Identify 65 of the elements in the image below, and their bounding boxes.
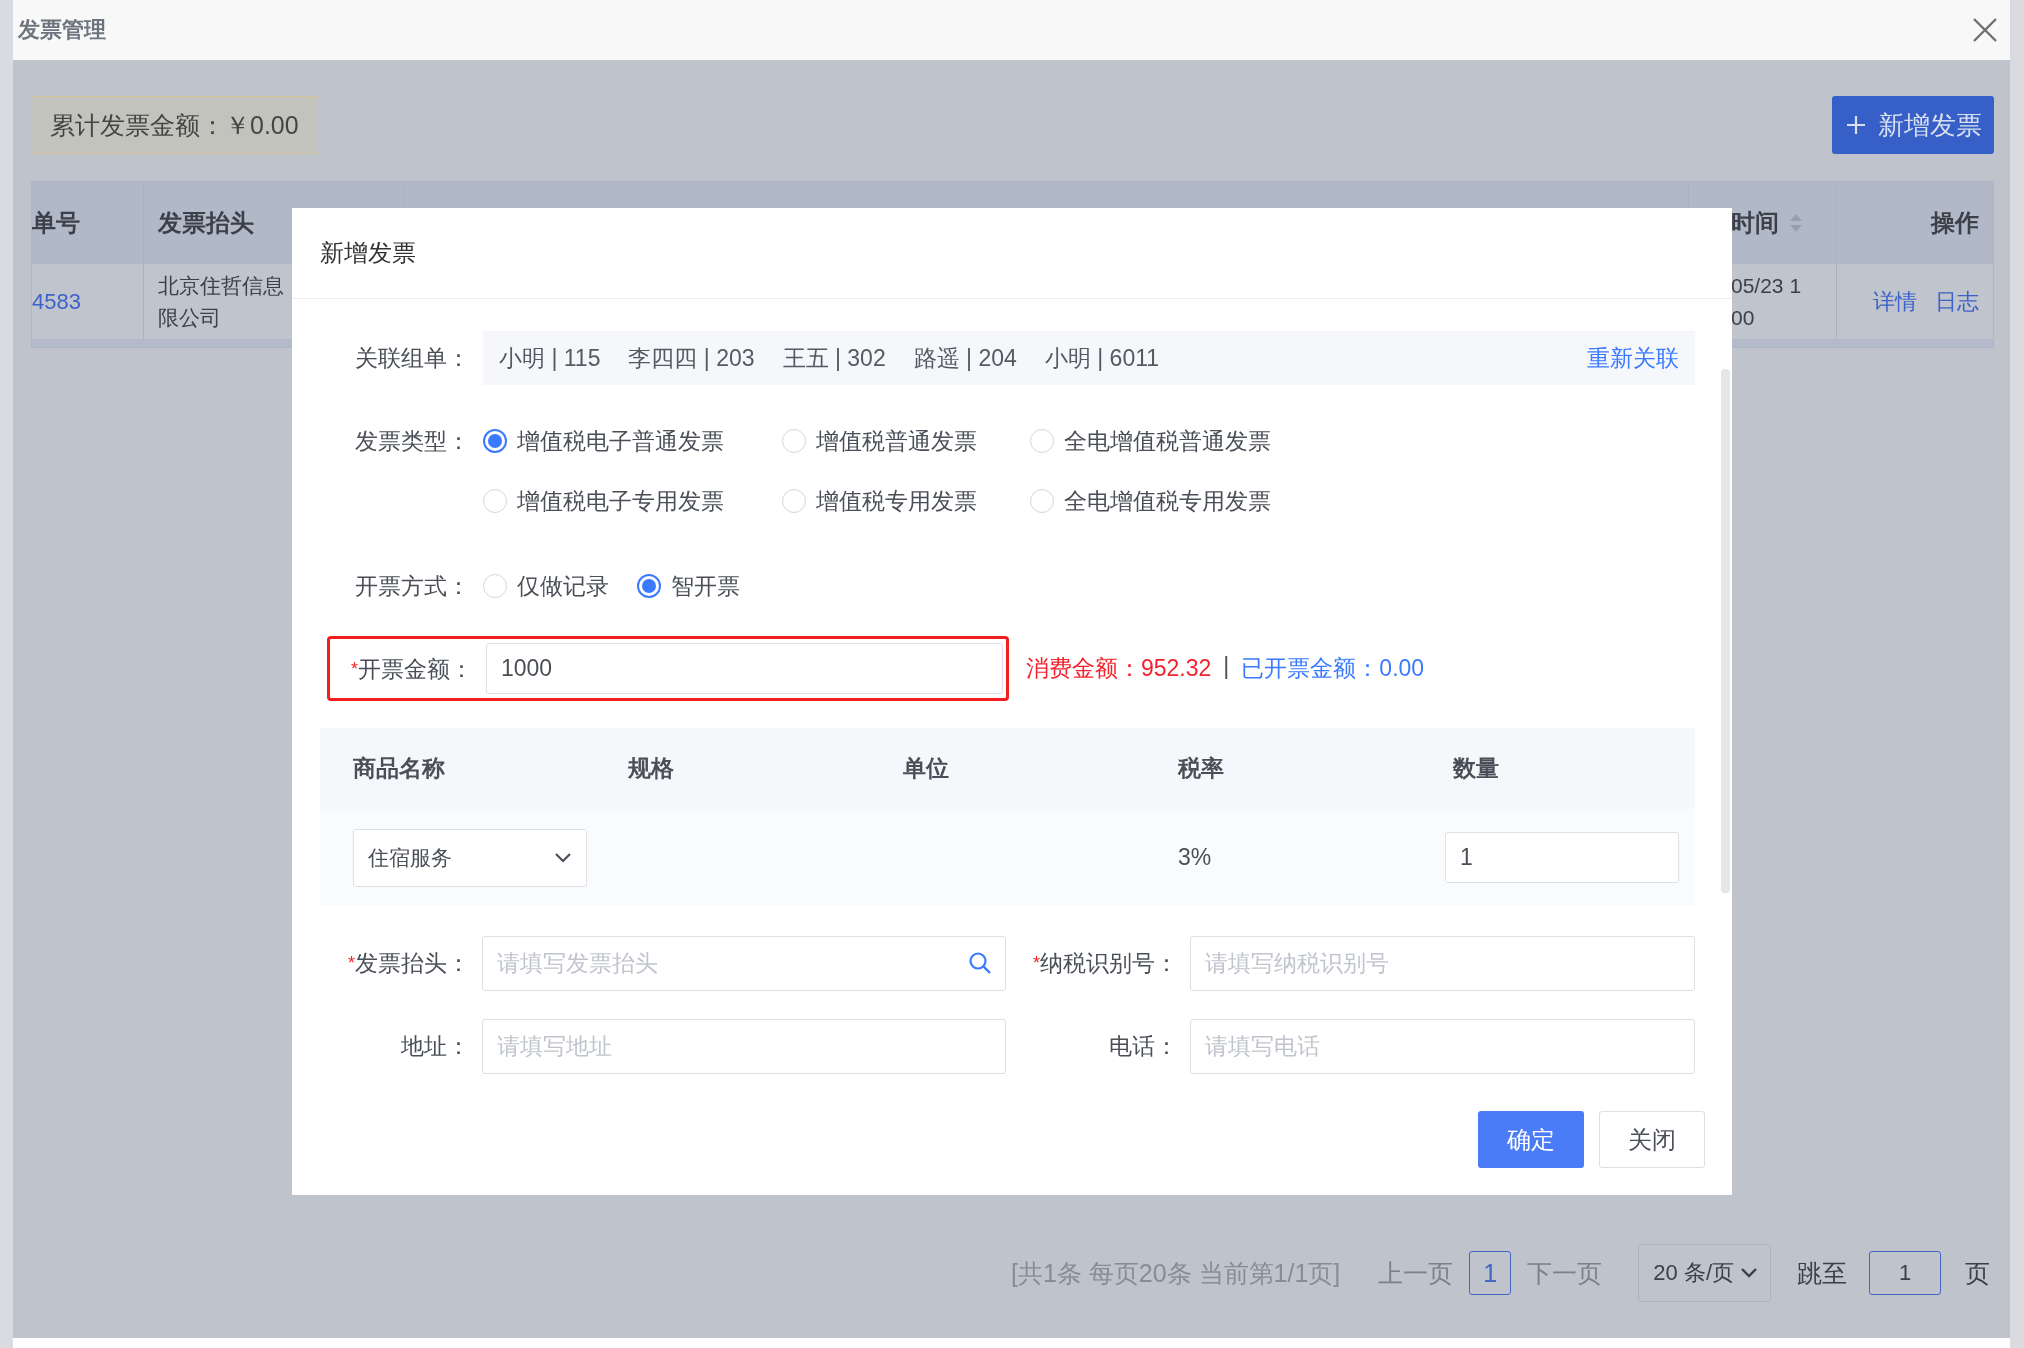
table-cell-text: 北京住哲信息 限公司 xyxy=(158,272,284,331)
order-tag: 小明 | 6011 xyxy=(1044,342,1160,374)
field-label: 发票抬头： xyxy=(355,949,470,978)
column-header: 操作 xyxy=(1931,208,1979,238)
column-header: 商品名称 xyxy=(353,754,445,783)
column-header: 单号 xyxy=(32,208,80,238)
column-header: 数量 xyxy=(1453,754,1499,783)
order-tag: 小明 | 115 xyxy=(499,342,601,374)
table-cell: 3% xyxy=(1178,844,1212,871)
field-label: 纳税识别号： xyxy=(1040,949,1178,978)
quantity-field[interactable]: 1 xyxy=(1445,832,1679,883)
required-mark: * xyxy=(351,657,358,679)
field-label: 电话： xyxy=(1109,1032,1178,1061)
required-mark: * xyxy=(348,953,355,973)
required-mark: * xyxy=(1033,953,1040,973)
confirm-button[interactable]: 确定 xyxy=(1478,1111,1584,1168)
field-label: 地址： xyxy=(401,1032,470,1061)
input-field[interactable]: 请填写纳税识别号 xyxy=(1190,936,1695,991)
page-size-select[interactable]: 20 条/页 xyxy=(1638,1244,1771,1302)
plus-icon xyxy=(1846,115,1866,135)
page-summary: [共1条 每页20条 当前第1/1页] xyxy=(1011,1257,1341,1289)
table-cell-text: 05/23 1 00 xyxy=(1731,272,1802,331)
column-header: 单位 xyxy=(903,754,949,783)
field-label: 开票金额： xyxy=(358,654,473,684)
jump-label: 跳至 xyxy=(1797,1257,1847,1289)
radio-button[interactable] xyxy=(483,429,507,453)
column-header: 税率 xyxy=(1178,754,1224,783)
radio-label[interactable]: 全电增值税普通发票 xyxy=(1064,425,1271,457)
field-label: 关联组单： xyxy=(354,344,470,373)
close-button[interactable]: 关闭 xyxy=(1599,1111,1705,1168)
window-title: 发票管理 xyxy=(18,16,106,44)
consumed-amount: 消费金额：952.32 xyxy=(1026,654,1212,683)
product-select[interactable]: 住宿服务 xyxy=(353,828,587,887)
field-label: 发票类型： xyxy=(354,427,470,456)
add-invoice-button[interactable]: 新增发票 xyxy=(1832,96,1994,154)
radio-label[interactable]: 智开票 xyxy=(671,570,740,602)
page-unit-label: 页 xyxy=(1965,1257,1990,1289)
radio-button[interactable] xyxy=(637,574,661,598)
separator: | xyxy=(1223,653,1230,681)
input-field[interactable]: 请填写地址 xyxy=(482,1019,1006,1074)
input-field[interactable]: 请填写电话 xyxy=(1190,1019,1695,1074)
page-jump-field[interactable]: 1 xyxy=(1869,1251,1941,1295)
relink-link[interactable]: 重新关联 xyxy=(1587,342,1679,374)
column-header: 发票抬头 xyxy=(158,208,254,238)
column-header: 规格 xyxy=(628,754,674,783)
chevron-down-icon xyxy=(554,851,572,864)
order-tag: 李四四 | 203 xyxy=(628,342,755,374)
chevron-down-icon xyxy=(1740,1267,1758,1279)
radio-label[interactable]: 仅做记录 xyxy=(517,570,609,602)
radio-label[interactable]: 增值税普通发票 xyxy=(816,425,977,457)
dialog-title: 新增发票 xyxy=(320,238,416,268)
column-header: 时间 xyxy=(1731,208,1779,238)
close-icon[interactable] xyxy=(1972,17,1998,43)
amount-field[interactable]: 1000 xyxy=(486,643,1003,694)
radio-label[interactable]: 增值税电子普通发票 xyxy=(517,425,724,457)
radio-label[interactable]: 增值税电子专用发票 xyxy=(517,485,724,517)
order-tag: 王五 | 302 xyxy=(782,342,886,374)
search-icon xyxy=(968,951,992,975)
field-label: 开票方式： xyxy=(354,572,470,601)
radio-label[interactable]: 全电增值税专用发票 xyxy=(1064,485,1271,517)
issued-amount: 已开票金额：0.00 xyxy=(1241,654,1425,683)
total-amount-label: 累计发票金额：￥0.00 xyxy=(31,96,318,154)
order-tag: 路遥 | 204 xyxy=(913,342,1017,374)
radio-label[interactable]: 增值税专用发票 xyxy=(816,485,977,517)
search-field[interactable]: 请填写发票抬头 xyxy=(482,936,1006,991)
